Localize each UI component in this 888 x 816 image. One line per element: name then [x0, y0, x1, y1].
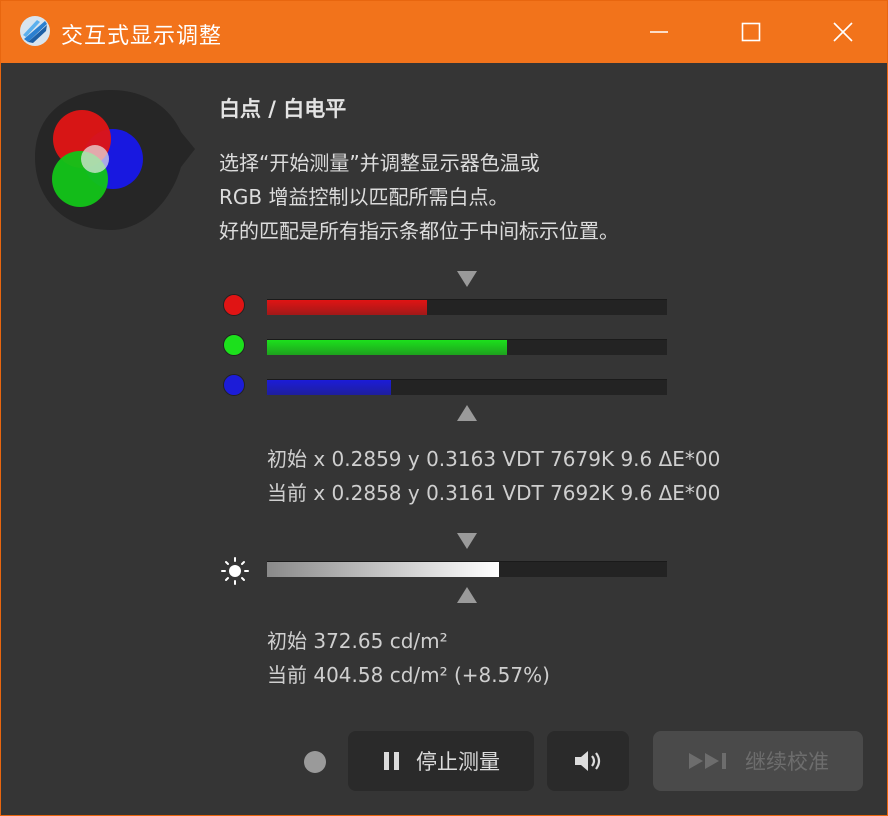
speaker-icon	[575, 751, 601, 771]
continue-calibration-button[interactable]: 继续校准	[653, 731, 863, 791]
minimize-icon	[650, 31, 668, 33]
target-marker-top-icon	[457, 271, 477, 287]
continue-calibration-label: 继续校准	[745, 750, 829, 774]
red-channel-dot	[223, 294, 245, 316]
maximize-button[interactable]	[705, 1, 797, 63]
title-bar: 交互式显示调整	[1, 1, 887, 63]
minimize-button[interactable]	[613, 1, 705, 63]
main-panel: 白点 / 白电平 选择“开始测量”并调整显示器色温或 RGB 增益控制以匹配所需…	[1, 63, 887, 815]
red-gain-bar	[267, 299, 667, 315]
section-heading: 白点 / 白电平	[219, 97, 347, 121]
stop-measurement-button[interactable]: 停止测量	[348, 731, 534, 791]
whitepoint-current-readout: 当前 x 0.2858 y 0.3161 VDT 7692K 9.6 ΔE*00	[267, 481, 721, 505]
pause-icon	[384, 752, 399, 770]
luminance-marker-top-icon	[457, 533, 477, 549]
window-title: 交互式显示调整	[61, 24, 223, 49]
blue-gain-fill	[267, 380, 391, 395]
skip-forward-icon	[689, 753, 726, 769]
red-gain-fill	[267, 300, 427, 315]
green-channel-dot	[223, 334, 245, 356]
measurement-status-indicator	[304, 751, 326, 773]
luminance-fill	[267, 562, 499, 577]
close-button[interactable]	[797, 1, 888, 63]
sound-toggle-button[interactable]	[547, 731, 629, 791]
brightness-icon	[221, 557, 249, 585]
whitepoint-initial-readout: 初始 x 0.2859 y 0.3163 VDT 7679K 9.6 ΔE*00	[267, 447, 721, 471]
green-gain-bar	[267, 339, 667, 355]
green-gain-fill	[267, 340, 507, 355]
luminance-current-readout: 当前 404.58 cd/m² (+8.57%)	[267, 663, 550, 687]
calibration-window: 交互式显示调整 白点 / 白电平 选择“开始测量”并调整显示器色温或 RGB 增…	[0, 0, 888, 816]
blue-channel-dot	[223, 374, 245, 396]
stop-measurement-label: 停止测量	[416, 750, 500, 774]
description-line: RGB 增益控制以匹配所需白点。	[219, 185, 509, 209]
maximize-icon	[741, 22, 761, 42]
luminance-initial-readout: 初始 372.65 cd/m²	[267, 629, 448, 653]
app-logo-icon	[20, 16, 50, 46]
luminance-bar	[267, 561, 667, 577]
blue-gain-bar	[267, 379, 667, 395]
rgb-whitepoint-icon	[35, 90, 195, 230]
luminance-marker-bottom-icon	[457, 587, 477, 603]
description-line: 好的匹配是所有指示条都位于中间标示位置。	[219, 219, 619, 243]
description-line: 选择“开始测量”并调整显示器色温或	[219, 151, 540, 175]
target-marker-bottom-icon	[457, 405, 477, 421]
close-icon	[833, 22, 853, 42]
